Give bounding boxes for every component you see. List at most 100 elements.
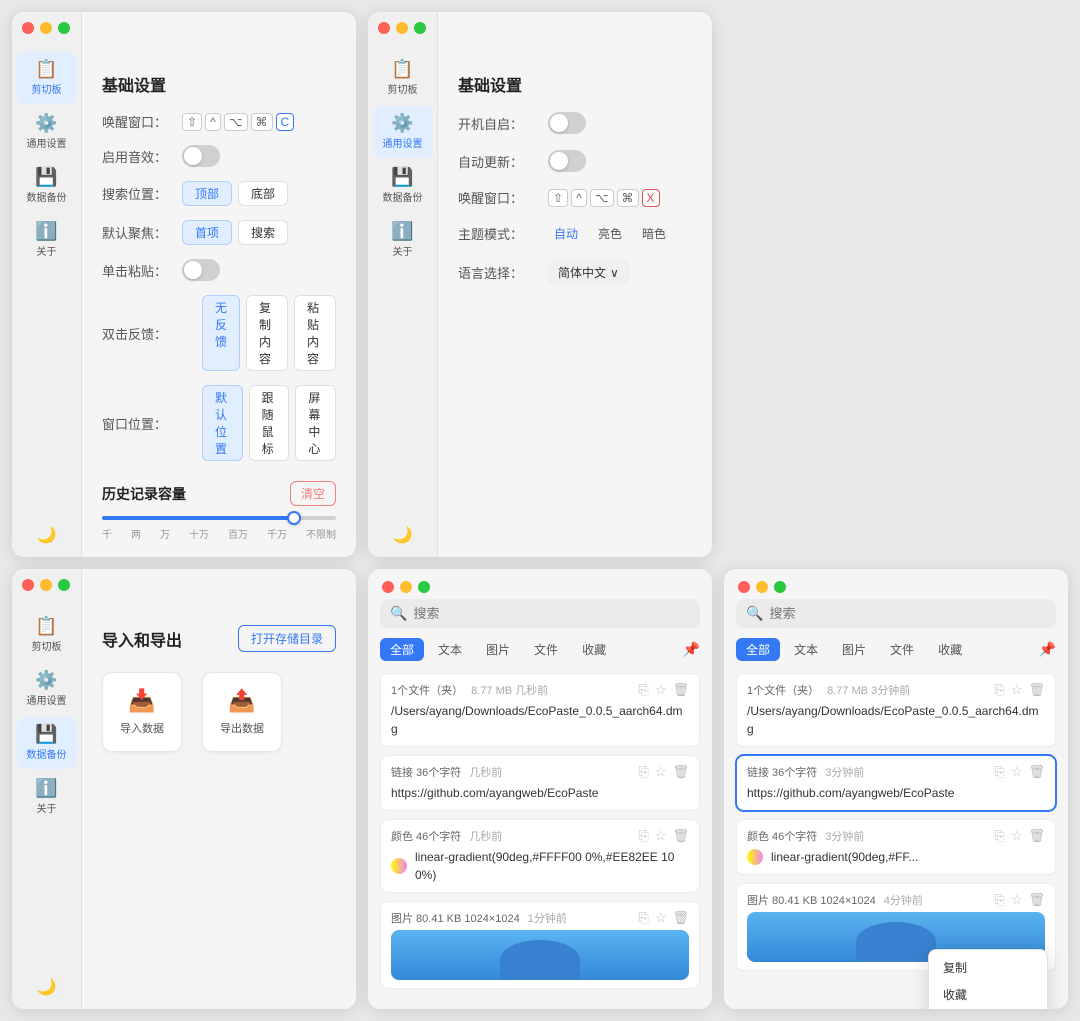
trash-icon[interactable]: 🗑 [1028,764,1045,780]
auto-start-toggle[interactable] [548,112,586,134]
search-input-right[interactable] [769,606,1046,621]
single-paste-toggle[interactable] [182,259,220,281]
star-icon[interactable]: ☆ [655,682,667,698]
traffic-light-yellow[interactable] [400,581,412,593]
pill-follow[interactable]: 跟随鼠标 [249,385,290,461]
tab-all-right[interactable]: 全部 [736,638,780,661]
open-directory-button[interactable]: 打开存储目录 [238,625,336,652]
star-icon[interactable]: ☆ [1011,764,1023,780]
search-input[interactable] [413,606,690,621]
context-menu-browser[interactable]: 在浏览器访问 [929,1008,1047,1009]
copy-icon[interactable]: ⎘ [638,764,648,780]
sidebar-item-clipboard[interactable]: 📋 剪切板 [373,52,433,104]
traffic-light-red[interactable] [378,22,390,34]
main-content-bottom-left: 导入和导出 打开存储目录 📥 导入数据 📤 导出数据 [82,569,356,1009]
trash-icon[interactable]: 🗑 [672,764,689,780]
tab-file-right[interactable]: 文件 [880,638,924,661]
sidebar-item-general[interactable]: ⚙️ 通用设置 [17,663,77,715]
pill-bottom[interactable]: 底部 [238,181,288,206]
tab-text-right[interactable]: 文本 [784,638,828,661]
traffic-light-red[interactable] [22,579,34,591]
traffic-light-red[interactable] [22,22,34,34]
traffic-light-yellow[interactable] [756,581,768,593]
trash-icon[interactable]: 🗑 [1028,682,1045,698]
pill-center[interactable]: 屏幕中心 [295,385,336,461]
traffic-light-green[interactable] [58,579,70,591]
pin-icon[interactable]: 📌 [683,641,700,658]
tab-fav-right[interactable]: 收藏 [928,638,972,661]
star-icon[interactable]: ☆ [655,910,667,926]
traffic-light-yellow[interactable] [396,22,408,34]
copy-icon[interactable]: ⎘ [994,892,1004,908]
sidebar-item-backup[interactable]: 💾 数据备份 [17,717,77,769]
copy-icon[interactable]: ⎘ [638,682,648,698]
sidebar-item-general[interactable]: ⚙️ 通用设置 [373,106,433,158]
trash-icon[interactable]: 🗑 [672,828,689,844]
trash-icon[interactable]: 🗑 [672,910,689,926]
tab-image[interactable]: 图片 [476,638,520,661]
tab-all[interactable]: 全部 [380,638,424,661]
theme-dark[interactable]: 暗色 [636,223,672,244]
pill-none[interactable]: 无反馈 [202,295,240,371]
chevron-down-icon: ∨ [610,266,619,280]
sidebar-item-backup[interactable]: 💾 数据备份 [373,160,433,212]
star-icon[interactable]: ☆ [655,764,667,780]
traffic-light-green[interactable] [414,22,426,34]
traffic-light-green[interactable] [58,22,70,34]
tab-fav[interactable]: 收藏 [572,638,616,661]
theme-toggle-bottom[interactable]: 🌙 [393,525,413,545]
traffic-light-red[interactable] [382,581,394,593]
context-menu-copy[interactable]: 复制 [929,954,1047,981]
tab-text[interactable]: 文本 [428,638,472,661]
trash-icon[interactable]: 🗑 [672,682,689,698]
pin-icon-right[interactable]: 📌 [1039,641,1056,658]
trash-icon[interactable]: 🗑 [1028,828,1045,844]
clear-history-button[interactable]: 清空 [290,481,336,506]
enable-sound-toggle[interactable] [182,145,220,167]
star-icon[interactable]: ☆ [1011,682,1023,698]
tab-file[interactable]: 文件 [524,638,568,661]
traffic-light-red[interactable] [738,581,750,593]
copy-icon[interactable]: ⎘ [994,828,1004,844]
tab-image-right[interactable]: 图片 [832,638,876,661]
sidebar-item-backup[interactable]: 💾 数据备份 [17,160,77,212]
color-swatch [391,858,407,874]
trash-icon[interactable]: 🗑 [1028,892,1045,908]
slider-thumb[interactable] [287,511,301,525]
sidebar-item-about[interactable]: ℹ️ 关于 [373,214,433,266]
traffic-light-yellow[interactable] [40,579,52,591]
theme-auto[interactable]: 自动 [548,223,584,244]
copy-icon[interactable]: ⎘ [638,910,648,926]
pill-paste[interactable]: 粘贴内容 [294,295,336,371]
sidebar-item-clipboard[interactable]: 📋 剪切板 [17,52,77,104]
theme-toggle-bottom[interactable]: 🌙 [37,525,57,545]
copy-icon[interactable]: ⎘ [994,682,1004,698]
language-select[interactable]: 简体中文 ∨ [548,260,629,285]
pill-top[interactable]: 顶部 [182,181,232,206]
sidebar-item-general[interactable]: ⚙️ 通用设置 [17,106,77,158]
context-menu-fav[interactable]: 收藏 [929,981,1047,1008]
pill-copy[interactable]: 复制内容 [246,295,288,371]
theme-light[interactable]: 亮色 [592,223,628,244]
traffic-light-green[interactable] [418,581,430,593]
pill-default[interactable]: 默认位置 [202,385,243,461]
copy-icon[interactable]: ⎘ [994,764,1004,780]
type-badge: 1个文件（夹） [747,682,819,698]
import-card[interactable]: 📥 导入数据 [102,672,182,752]
auto-update-toggle[interactable] [548,150,586,172]
pill-search[interactable]: 搜索 [238,220,288,245]
traffic-light-green[interactable] [774,581,786,593]
sidebar-item-about[interactable]: ℹ️ 关于 [17,214,77,266]
history-slider[interactable]: 千 两 万 十万 百万 千万 不限制 [102,516,336,541]
sidebar-item-clipboard[interactable]: 📋 剪切板 [17,609,77,661]
sidebar-item-about[interactable]: ℹ️ 关于 [17,771,77,823]
export-card[interactable]: 📤 导出数据 [202,672,282,752]
star-icon[interactable]: ☆ [1011,892,1023,908]
traffic-light-yellow[interactable] [40,22,52,34]
star-icon[interactable]: ☆ [1011,828,1023,844]
search-bar-right: 🔍 [736,599,1056,628]
theme-toggle-bottom[interactable]: 🌙 [37,977,57,997]
pill-first[interactable]: 首项 [182,220,232,245]
star-icon[interactable]: ☆ [655,828,667,844]
copy-icon[interactable]: ⎘ [638,828,648,844]
